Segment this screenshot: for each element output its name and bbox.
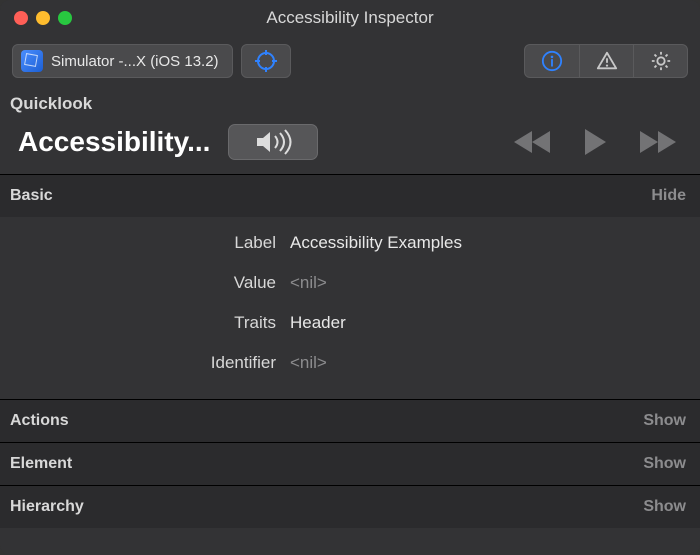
forward-icon (638, 128, 678, 156)
target-label: Simulator -...X (iOS 13.2) (51, 53, 224, 70)
inspection-pointer-button[interactable] (241, 44, 291, 78)
inspection-tab[interactable] (525, 45, 579, 77)
section-basic: Basic Hide Label Accessibility Examples … (0, 174, 700, 399)
property-row: Traits Header (0, 303, 700, 343)
quicklook-row: Accessibility... (0, 116, 700, 174)
mode-segmented-control[interactable] (524, 44, 688, 78)
titlebar: Accessibility Inspector (0, 0, 700, 36)
warning-icon (596, 50, 618, 72)
section-title: Hierarchy (10, 498, 84, 516)
info-icon (541, 50, 563, 72)
section-toggle[interactable]: Show (643, 455, 686, 473)
section-toggle[interactable]: Hide (651, 187, 686, 205)
accessibility-inspector-window: Accessibility Inspector Simulator -...X … (0, 0, 700, 555)
current-element-name: Accessibility... (18, 126, 210, 158)
audit-tab[interactable] (579, 45, 633, 77)
toolbar: Simulator -...X (iOS 13.2) (0, 36, 700, 86)
property-label: Label (0, 233, 290, 253)
section-toggle[interactable]: Show (643, 498, 686, 516)
target-app-picker[interactable]: Simulator -...X (iOS 13.2) (12, 44, 233, 78)
target-icon (254, 49, 278, 73)
property-label: Value (0, 273, 290, 293)
property-label: Traits (0, 313, 290, 333)
section-header-hierarchy[interactable]: Hierarchy Show (0, 486, 700, 528)
section-title: Basic (10, 187, 53, 205)
section-header-actions[interactable]: Actions Show (0, 400, 700, 442)
speaker-icon (253, 129, 293, 155)
section-toggle[interactable]: Show (643, 412, 686, 430)
basic-properties: Label Accessibility Examples Value <nil>… (0, 217, 700, 399)
property-label: Identifier (0, 353, 290, 373)
rewind-icon (512, 128, 552, 156)
navigation-controls (512, 127, 678, 157)
gear-icon (650, 50, 672, 72)
app-icon (21, 50, 43, 72)
property-row: Identifier <nil> (0, 343, 700, 383)
property-row: Value <nil> (0, 263, 700, 303)
next-element-button[interactable] (638, 128, 678, 156)
quicklook-heading: Quicklook (0, 86, 700, 116)
settings-tab[interactable] (633, 45, 687, 77)
section-header-element[interactable]: Element Show (0, 443, 700, 485)
property-value: <nil> (290, 273, 327, 293)
property-value: Header (290, 313, 346, 333)
previous-element-button[interactable] (512, 128, 552, 156)
section-title: Element (10, 455, 72, 473)
property-row: Label Accessibility Examples (0, 223, 700, 263)
section-title: Actions (10, 412, 69, 430)
property-value: <nil> (290, 353, 327, 373)
section-element: Element Show (0, 442, 700, 485)
window-title: Accessibility Inspector (0, 8, 700, 28)
section-hierarchy: Hierarchy Show (0, 485, 700, 528)
property-value: Accessibility Examples (290, 233, 462, 253)
section-actions: Actions Show (0, 399, 700, 442)
play-icon (582, 127, 608, 157)
section-header-basic[interactable]: Basic Hide (0, 175, 700, 217)
auto-navigate-button[interactable] (582, 127, 608, 157)
speak-button[interactable] (228, 124, 318, 160)
